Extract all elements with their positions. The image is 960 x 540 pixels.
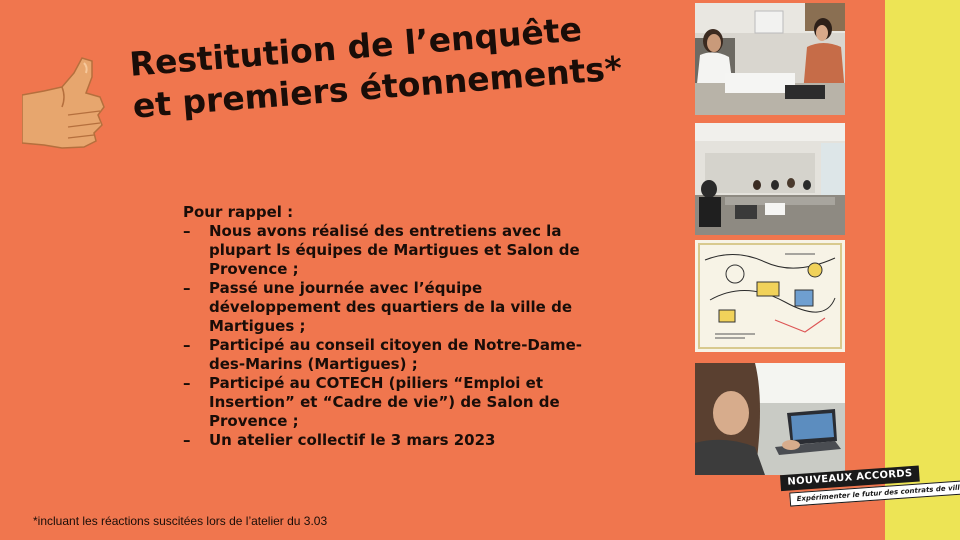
- recap-list: – Nous avons réalisé des entretiens avec …: [183, 222, 603, 450]
- bullet-dash: –: [183, 431, 191, 449]
- slide: Restitution de l’enquête et premiers éto…: [0, 0, 960, 540]
- list-item: – Participé au conseil citoyen de Notre-D…: [183, 336, 603, 374]
- list-item-text: Participé au conseil citoyen de Notre-Da…: [209, 336, 583, 373]
- bullet-dash: –: [183, 374, 191, 392]
- list-item: – Passé une journée avec l’équipe dévelop…: [183, 279, 603, 336]
- thumbs-up-icon: [21, 55, 112, 155]
- lead-text: Pour rappel :: [183, 203, 294, 221]
- list-item: – Participé au COTECH (piliers “Emploi et…: [183, 374, 603, 431]
- recap-text: Pour rappel : – Nous avons réalisé des en…: [183, 203, 603, 450]
- photo-laptop-work: [695, 363, 845, 475]
- side-band: [885, 0, 960, 540]
- list-item-text: Un atelier collectif le 3 mars 2023: [209, 431, 496, 449]
- photo-meeting-room: [695, 123, 845, 235]
- list-item-text: Nous avons réalisé des entretiens avec l…: [209, 222, 580, 278]
- bullet-dash: –: [183, 279, 191, 297]
- page-title: Restitution de l’enquête et premiers éto…: [128, 3, 653, 128]
- photo-sketch-notes: [695, 240, 845, 352]
- list-item-text: Passé une journée avec l’équipe développ…: [209, 279, 572, 335]
- footnote: *incluant les réactions suscitées lors d…: [33, 514, 328, 528]
- bullet-dash: –: [183, 222, 191, 240]
- list-item: – Nous avons réalisé des entretiens avec …: [183, 222, 603, 279]
- photo-interview: [695, 3, 845, 115]
- list-item-text: Participé au COTECH (piliers “Emploi et …: [209, 374, 560, 430]
- list-item: – Un atelier collectif le 3 mars 2023: [183, 431, 603, 450]
- bullet-dash: –: [183, 336, 191, 354]
